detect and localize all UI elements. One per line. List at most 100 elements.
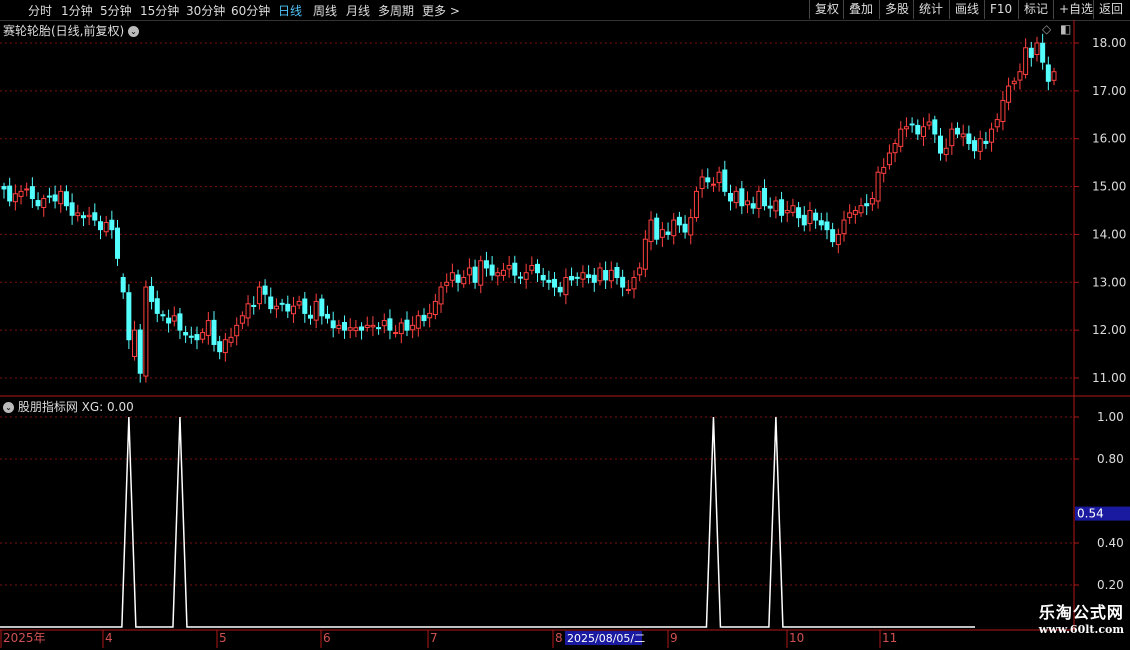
candle-body [1023, 47, 1029, 75]
toolbar-button-2[interactable]: 多股 [879, 0, 914, 19]
period-tab-0[interactable]: 分时 [28, 2, 52, 19]
candle-body [29, 186, 35, 200]
toolbar-button-5[interactable]: F10 [984, 0, 1017, 19]
candle-body [126, 292, 132, 341]
candle-body [188, 335, 194, 338]
candle-body [75, 212, 81, 217]
candle-body [489, 264, 495, 276]
candle-body [767, 205, 773, 209]
candle-body [682, 223, 688, 233]
period-tab-1[interactable]: 1分钟 [61, 2, 93, 19]
candle-body [268, 296, 274, 310]
candle-body [847, 212, 853, 218]
candle-body [693, 190, 699, 219]
chevron-down-icon[interactable]: ⌄ [128, 26, 140, 37]
watermark-title: 乐淘公式网 [1038, 603, 1124, 622]
candle-body [671, 219, 677, 237]
toolbar-button-3[interactable]: 统计 [913, 0, 948, 19]
period-tab-4[interactable]: 30分钟 [186, 2, 225, 19]
toolbar-button-1[interactable]: 叠加 [843, 0, 878, 19]
period-tab-2[interactable]: 5分钟 [100, 2, 132, 19]
chevron-down-icon[interactable]: ⌄ [3, 402, 14, 413]
price-axis-label: 16.00 [1092, 132, 1126, 146]
candle-body [18, 190, 24, 197]
candle-body [217, 341, 223, 353]
candle-body [796, 207, 802, 219]
period-tab-9[interactable]: 多周期 [378, 2, 414, 19]
time-axis-label: 6 [323, 631, 331, 645]
price-axis-label: 14.00 [1092, 227, 1126, 241]
candle-body [540, 274, 546, 281]
candle-body [296, 300, 302, 306]
candle-body [989, 128, 995, 143]
candle-body [285, 303, 291, 312]
candle-body [506, 265, 512, 270]
candle-body [387, 318, 393, 331]
candle-body [63, 191, 69, 207]
candle-body [171, 315, 177, 322]
period-tab-5[interactable]: 60分钟 [231, 2, 270, 19]
candle-body [353, 327, 359, 332]
diamond-icon[interactable]: ◇ [1042, 22, 1051, 36]
period-tab-3[interactable]: 15分钟 [140, 2, 179, 19]
candle-body [625, 288, 631, 291]
candle-body [733, 190, 739, 204]
candle-body [529, 265, 535, 271]
period-tab-7[interactable]: 周线 [313, 2, 337, 19]
candle-body [710, 183, 716, 186]
candle-body [608, 269, 614, 282]
candle-body [472, 266, 478, 283]
candle-body [886, 152, 892, 166]
candle-body [302, 298, 308, 314]
candle-body [24, 188, 30, 191]
candle-body [597, 267, 603, 282]
candle-body [200, 332, 206, 340]
toolbar-button-8[interactable]: 返回 [1093, 0, 1128, 19]
candle-body [722, 169, 728, 192]
candle-body [273, 305, 279, 310]
period-tab-10[interactable]: 更多 > [422, 2, 460, 19]
candle-body [120, 277, 126, 293]
candle-body [994, 119, 1000, 128]
candle-body [137, 329, 143, 374]
indicator-axis-label: 1.00 [1097, 410, 1124, 424]
toolbar-button-4[interactable]: 画线 [949, 0, 984, 19]
candle-body [875, 171, 881, 202]
toolbar-button-7[interactable]: +自选 [1053, 0, 1098, 19]
toolbar-button-6[interactable]: 标记 [1018, 0, 1053, 19]
candle-body [665, 231, 671, 235]
candle-body [347, 327, 353, 331]
candle-body [35, 200, 41, 207]
candle-body [898, 128, 904, 147]
candle-body [864, 203, 870, 207]
candle-body [251, 304, 257, 307]
period-tab-6[interactable]: 日线 [278, 2, 302, 19]
period-tab-8[interactable]: 月线 [346, 2, 370, 19]
candle-body [410, 324, 416, 331]
time-axis-label: 2025年 [3, 631, 46, 645]
toolbar-button-0[interactable]: 复权 [809, 0, 844, 19]
candle-body [881, 166, 887, 174]
candle-body [166, 317, 172, 324]
panel-toggle-icon[interactable]: ◧ [1060, 22, 1071, 36]
candle-body [517, 276, 523, 279]
candle-body [290, 305, 296, 315]
candle-body [750, 203, 756, 209]
chart-canvas[interactable]: 18.00 17.00 16.00 15.00 14.00 13.00 12.00 11.00… [0, 0, 1130, 650]
price-axis-label: 11.00 [1092, 371, 1126, 385]
candle-body [234, 324, 240, 337]
indicator-title: 股朋指标网 XG: 0.00 [17, 400, 134, 414]
price-axis-label: 18.00 [1092, 36, 1126, 50]
candle-body [642, 238, 648, 270]
xg-signal-line [0, 416, 975, 628]
candle-body [12, 193, 18, 203]
candle-body [149, 285, 155, 302]
candle-body [495, 272, 501, 277]
candle-body [563, 277, 569, 296]
candle-body [415, 315, 421, 329]
time-axis-label: 10 [789, 631, 804, 645]
candle-body [80, 215, 86, 219]
candle-body [966, 133, 972, 145]
time-axis-label: 5 [219, 631, 227, 645]
candle-body [115, 227, 121, 259]
